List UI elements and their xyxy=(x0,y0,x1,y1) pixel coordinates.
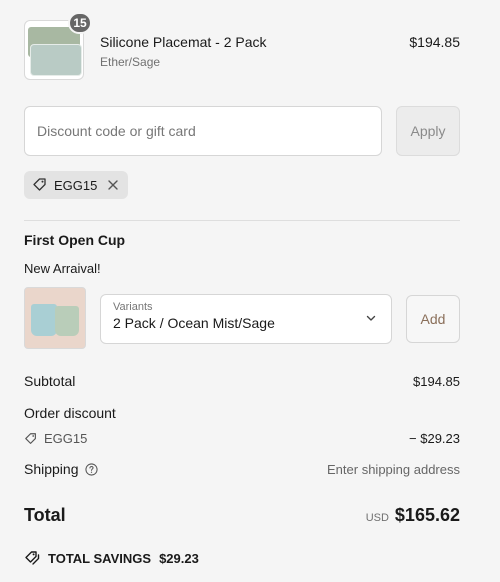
upsell-product-image xyxy=(24,287,86,349)
add-upsell-button[interactable]: Add xyxy=(406,295,460,343)
discount-chip-code: EGG15 xyxy=(54,177,98,193)
quantity-badge: 15 xyxy=(68,12,92,34)
order-discount-code-text: EGG15 xyxy=(44,431,88,446)
cup-image-blue xyxy=(31,304,57,336)
currency-code: USD xyxy=(365,512,389,524)
variant-select[interactable]: Variants 2 Pack / Ocean Mist/Sage xyxy=(100,294,392,344)
shipping-label-group: Shipping xyxy=(24,461,98,477)
product-name: Silicone Placemat - 2 Pack xyxy=(100,34,267,50)
total-value: $165.62 xyxy=(394,505,460,525)
tag-icon xyxy=(25,432,36,444)
product-variant: Ether/Sage xyxy=(100,55,161,69)
shipping-value: Enter shipping address xyxy=(327,462,460,477)
discount-code-input[interactable]: Discount code or gift card xyxy=(24,106,382,156)
subtotal-value: $194.85 xyxy=(413,374,460,389)
section-divider xyxy=(24,220,460,221)
remove-discount-icon[interactable] xyxy=(107,179,119,191)
subtotal-label: Subtotal xyxy=(24,373,76,389)
total-savings-value: $29.23 xyxy=(159,550,199,566)
order-discount-value: − $29.23 xyxy=(409,431,460,446)
placemat-image-front xyxy=(31,45,81,75)
order-discount-code: EGG15 xyxy=(24,431,87,446)
upsell-subtitle: New Arraival! xyxy=(24,261,101,276)
cup-image-sage xyxy=(55,306,79,336)
total-savings-label: TOTAL SAVINGS xyxy=(48,550,152,566)
help-icon[interactable] xyxy=(84,462,98,476)
variant-select-label: Variants xyxy=(113,301,153,313)
total-label: Total xyxy=(24,505,66,525)
chevron-down-icon xyxy=(366,315,376,321)
total-value-group: USD $165.62 xyxy=(366,505,460,526)
variant-select-value: 2 Pack / Ocean Mist/Sage xyxy=(113,315,275,331)
product-price: $194.85 xyxy=(409,34,460,50)
apply-button[interactable]: Apply xyxy=(396,106,460,156)
total-savings: TOTAL SAVINGS $29.23 xyxy=(24,550,199,566)
tags-icon xyxy=(25,551,40,565)
tag-icon xyxy=(33,178,46,191)
upsell-title: First Open Cup xyxy=(24,232,126,248)
order-discount-label: Order discount xyxy=(24,405,116,421)
discount-chip: EGG15 xyxy=(24,171,128,199)
shipping-label: Shipping xyxy=(24,461,79,477)
